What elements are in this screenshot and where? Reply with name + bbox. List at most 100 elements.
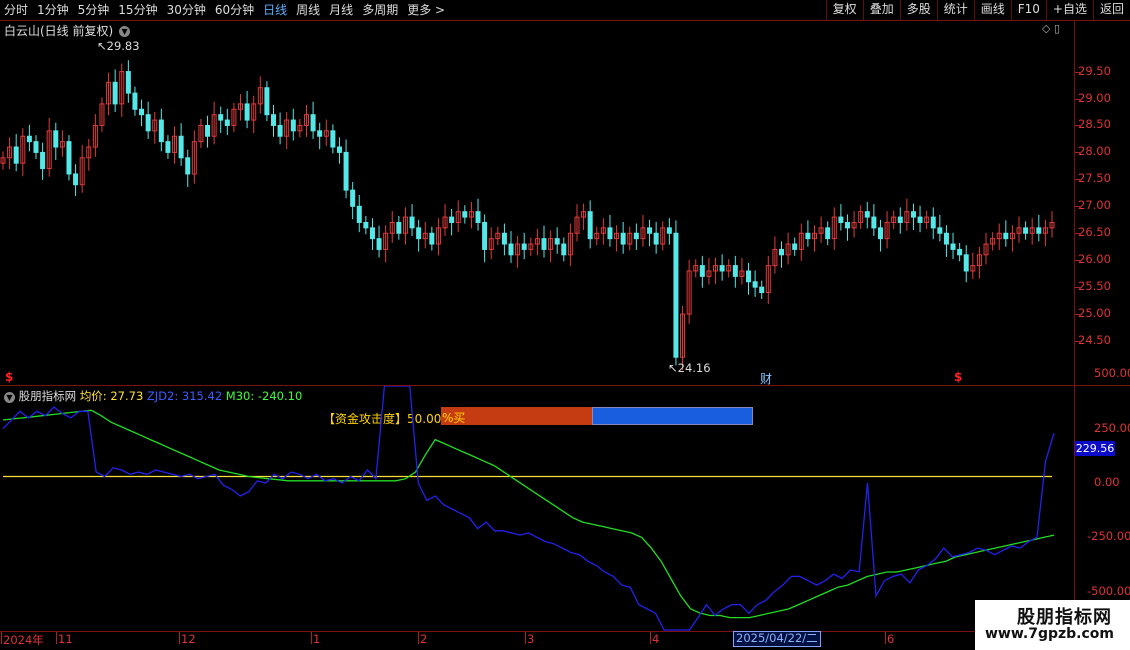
price-tick-label: 26.00 [1078,252,1111,267]
candle-body [805,232,811,240]
period-tab-7[interactable]: 周线 [296,2,320,18]
tool-button-7[interactable]: 返回 [1092,0,1130,20]
price-tick-label: 29.00 [1078,90,1111,105]
date-label: 12 [181,632,196,646]
date-separator [418,632,419,644]
current-indicator-value: 229.56 [1075,441,1115,456]
candle-body [633,232,639,240]
zjd2-line [2,386,1055,631]
axis-divider [0,631,1075,632]
high-price-label: ↖29.83 [97,39,140,53]
candle-body [943,232,949,245]
candle-body [125,71,131,94]
date-separator [311,632,312,644]
candle-body [40,151,46,170]
date-separator [1,632,2,644]
candle-body [653,232,659,245]
candle-body [145,114,151,132]
tool-button-6[interactable]: +自选 [1045,0,1093,20]
candle-body [541,238,547,250]
candle-body [165,141,171,153]
candle-body [864,211,870,218]
candle-body [369,227,375,240]
ind-tick-label: -500.00 [1087,583,1130,598]
dividend-marker[interactable]: $ [954,370,962,384]
candle-body [871,216,877,229]
candle-body [666,227,672,234]
candle-body [218,114,224,121]
candle-body [937,227,943,234]
price-tick-label: 28.00 [1078,144,1111,159]
tool-button-1[interactable]: 叠加 [862,0,900,20]
candle-body [416,227,422,240]
date-separator [885,632,886,644]
date-separator [525,632,526,644]
date-label: 11 [58,632,73,646]
ind-tick-label: -250.00 [1087,529,1130,544]
price-tick-label: 25.50 [1078,279,1111,294]
dividend-marker[interactable]: $ [5,370,13,384]
candle-body [336,146,342,153]
period-tab-5[interactable]: 60分钟 [215,2,254,18]
candle-body [482,221,488,250]
period-tab-10[interactable]: 更多 > [407,2,445,18]
price-tick-label: 27.50 [1078,171,1111,186]
tool-button-2[interactable]: 多股 [899,0,937,20]
candlestick-chart[interactable] [0,20,1075,385]
candle-body [647,227,653,234]
candle-body [910,211,916,218]
candle-body [270,114,276,126]
date-label: 4 [652,632,660,646]
period-tab-1[interactable]: 1分钟 [37,2,69,18]
period-tab-4[interactable]: 30分钟 [167,2,206,18]
candle-body [139,108,145,116]
candle-body [957,248,963,256]
candle-body [350,189,356,207]
period-tab-8[interactable]: 月线 [329,2,353,18]
candle-body [132,92,138,110]
tool-button-3[interactable]: 统计 [936,0,974,20]
candle-body [66,141,72,175]
finance-report-marker[interactable]: 财 [760,370,772,387]
candle-body [508,243,514,256]
price-tick-label: 28.50 [1078,117,1111,132]
period-tab-6[interactable]: 日线 [263,2,287,18]
candle-body [317,130,323,137]
tool-button-0[interactable]: 复权 [825,0,863,20]
candle-body [917,216,923,223]
period-tab-0[interactable]: 分时 [4,2,28,18]
indicator-chart[interactable] [0,386,1075,631]
candle-body [277,124,283,137]
period-tab-9[interactable]: 多周期 [362,2,398,18]
candle-body [475,211,481,223]
tool-button-4[interactable]: 画线 [973,0,1011,20]
candle-body [158,119,164,143]
candle-body [429,232,435,245]
period-tab-2[interactable]: 5分钟 [78,2,110,18]
candle-body [356,205,362,223]
candle-body [363,221,369,229]
candle-body [224,119,230,126]
date-label: 3 [527,632,535,646]
candle-body [396,221,402,234]
candle-body [330,130,336,148]
candle-body [185,157,191,175]
ind-tick-label: 500.00 [1094,366,1130,381]
candle-body [620,232,626,245]
date-separator [56,632,57,644]
candle-body [13,146,19,164]
candle-body [779,248,785,256]
candle-body [930,216,936,229]
candle-body [838,216,844,223]
candle-body [521,243,527,250]
candle-body [205,124,211,137]
candle-body [673,232,679,358]
candle-body [877,227,883,240]
period-tab-3[interactable]: 15分钟 [118,2,157,18]
candle-body [449,216,455,223]
candle-body [732,265,738,277]
tool-button-5[interactable]: F10 [1010,0,1046,20]
tool-buttons: 复权 叠加 多股 统计 画线 F10 +自选 返回 [825,0,1130,20]
candle-body [178,135,184,159]
candle-body [719,265,725,272]
